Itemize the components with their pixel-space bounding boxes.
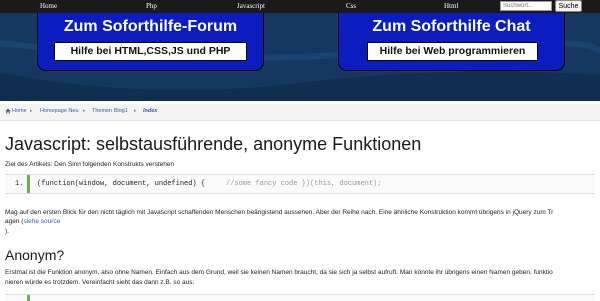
nav-html[interactable]: Html: [444, 2, 458, 10]
chevron-right-icon: ▸: [134, 108, 137, 114]
chevron-right-icon: ▸: [30, 108, 33, 114]
paragraph-line: Mag auf den ersten Blick für den nicht t…: [5, 209, 554, 216]
code-text: (function(window, document, undefined) {: [37, 180, 227, 188]
paragraph-text: agen (: [5, 218, 24, 225]
code-gutter-bar: [27, 295, 30, 301]
paragraph-line: agen (siehe source: [5, 218, 60, 225]
code-line: (function(window, document, undefined) {…: [37, 180, 381, 188]
breadcrumb: Home ▸ Homepage Neu ▸ Themen Blog1 ▸ Ind…: [0, 104, 600, 121]
nav-javascript[interactable]: Javascript: [237, 2, 265, 10]
breadcrumb-themen-blog[interactable]: Themen Blog1: [92, 108, 128, 114]
search-button[interactable]: Suche: [555, 0, 582, 12]
code-comment: //some fancy code })(this, document);: [226, 180, 382, 188]
section-heading: Anonym?: [5, 247, 65, 263]
nav-css[interactable]: Css: [346, 2, 356, 10]
source-link[interactable]: siehe source: [23, 218, 60, 225]
breadcrumb-homepage-neu[interactable]: Homepage Neu: [40, 108, 79, 114]
chat-link-box[interactable]: Zum Soforthilfe Chat Hilfe bei Web progr…: [338, 13, 565, 71]
forum-title: Zum Soforthilfe-Forum: [63, 18, 238, 35]
chat-subtitle: Hilfe bei Web programmieren: [367, 42, 538, 61]
forum-subtitle: Hilfe bei HTML,CSS,JS und PHP: [54, 42, 247, 61]
nav-home[interactable]: Home: [40, 2, 57, 10]
search-input[interactable]: [500, 1, 552, 11]
nav-php[interactable]: Php: [146, 2, 157, 10]
code-block: 1. (function(window, document, undefined…: [5, 174, 595, 194]
chevron-right-icon: ▸: [83, 108, 86, 114]
breadcrumb-home[interactable]: Home: [12, 108, 27, 114]
header-banner: Zum Soforthilfe-Forum Hilfe bei HTML,CSS…: [0, 13, 600, 101]
top-navigation: Home Php Javascript Css Html Suche: [0, 0, 600, 13]
paragraph-line: Erstmal ist die Funktion anonym, also oh…: [5, 269, 553, 276]
code-gutter-bar: [27, 175, 30, 193]
chat-title: Zum Soforthilfe Chat: [372, 18, 531, 35]
paragraph-line: ).: [5, 228, 9, 235]
paragraph-line: nieren würde es trotzdem. Vereinfacht si…: [5, 279, 195, 286]
home-icon: [5, 108, 11, 114]
forum-link-box[interactable]: Zum Soforthilfe-Forum Hilfe bei HTML,CSS…: [37, 13, 264, 71]
breadcrumb-index: Index: [143, 108, 158, 114]
code-line-number: 1.: [15, 180, 24, 188]
page-title: Javascript: selbstausführende, anonyme F…: [5, 134, 422, 154]
article-intro: Ziel des Artikels: Den Sinn folgenden Ko…: [5, 161, 175, 168]
